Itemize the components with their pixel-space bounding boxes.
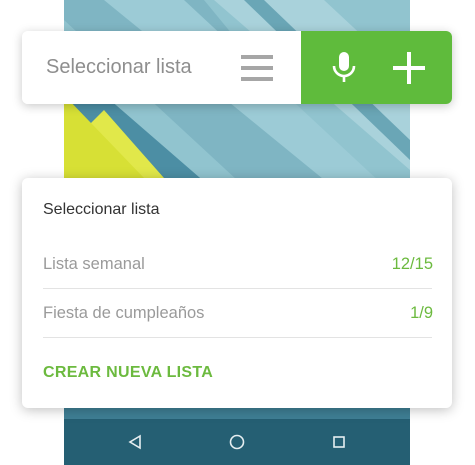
android-nav-bar [64, 419, 410, 465]
list-item[interactable]: Fiesta de cumpleaños 1/9 [43, 290, 433, 338]
home-icon[interactable] [226, 431, 248, 453]
back-icon[interactable] [124, 431, 146, 453]
microphone-icon[interactable] [322, 46, 366, 90]
dropdown-title: Seleccionar lista [43, 201, 160, 218]
list-selector-bar: Seleccionar lista [22, 31, 452, 104]
list-item-name: Lista semanal [43, 255, 145, 273]
list-item-count: 12/15 [391, 255, 433, 273]
list-item-name: Fiesta de cumpleaños [43, 304, 205, 322]
list-dropdown: Seleccionar lista Lista semanal 12/15 Fi… [22, 178, 452, 408]
action-buttons [301, 31, 452, 104]
list-item-count: 1/9 [410, 304, 433, 322]
menu-icon[interactable] [240, 54, 276, 82]
list-item[interactable]: Lista semanal 12/15 [43, 241, 433, 289]
list-selector-field[interactable]: Seleccionar lista [22, 31, 301, 104]
list-selector-placeholder: Seleccionar lista [46, 56, 192, 78]
recents-icon[interactable] [328, 431, 350, 453]
create-new-list-button[interactable]: CREAR NUEVA LISTA [43, 364, 213, 382]
plus-icon[interactable] [387, 46, 431, 90]
